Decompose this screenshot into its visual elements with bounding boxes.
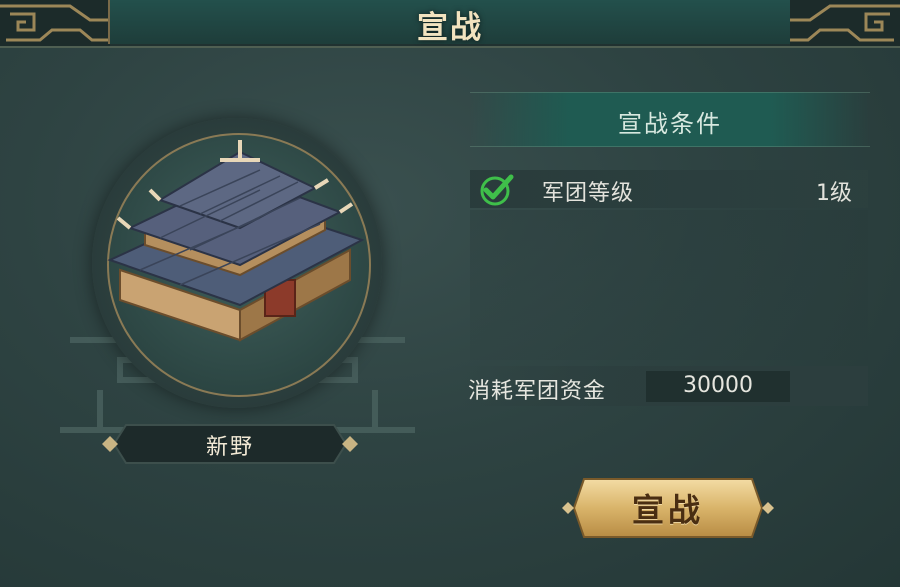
dialog-title: 宣战 [417,10,483,46]
condition-label: 军团等级 [542,181,635,206]
city-name-plate: 新野 [100,421,360,467]
conditions-header: 宣战条件 [470,92,870,147]
cost-label: 消耗军团资金 [468,379,607,404]
conditions-title: 宣战条件 [618,110,722,138]
palace-building-icon [107,140,365,342]
condition-row: 军团等级 1级 [470,170,868,208]
cost-value: 30000 [683,373,753,398]
condition-value: 1级 [816,181,852,206]
city-name: 新野 [205,435,254,460]
declare-war-label: 宣战 [631,491,704,529]
dialog-header: 宣战 [0,0,900,48]
declare-war-button[interactable]: 宣战 [560,473,776,543]
check-icon [480,174,514,206]
cost-value-box: 30000 [646,371,790,402]
cost-row: 消耗军团资金 30000 [460,366,868,406]
declare-war-dialog: 宣战 新野 宣战条件 军团等级 1级 消耗军团资金 30000 宣战 [0,0,900,587]
conditions-list-area [470,210,868,360]
